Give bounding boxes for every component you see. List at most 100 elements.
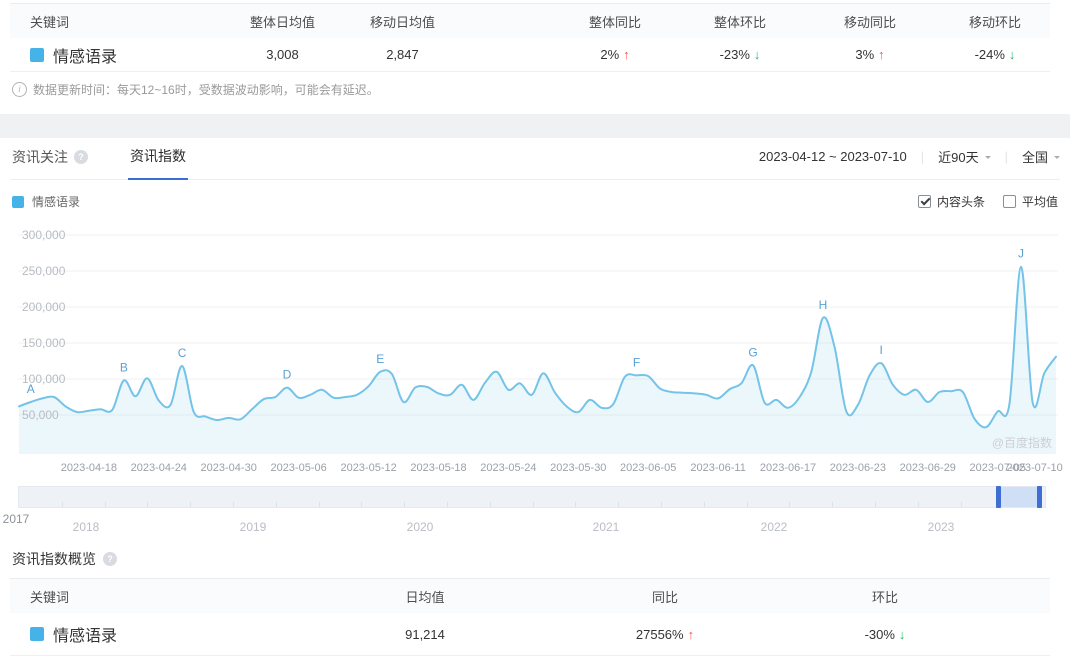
timeline-slider-track[interactable] — [18, 486, 1046, 508]
column-header: 日均值 — [405, 590, 445, 605]
timeline-year-label: 2023 — [927, 520, 955, 534]
slider-tick — [62, 502, 63, 507]
slider-tick — [447, 502, 448, 507]
slider-tick — [704, 502, 705, 507]
timeline-year-label: 2019 — [239, 520, 267, 534]
column-header: 关键词 — [30, 590, 70, 605]
slider-tick — [789, 502, 790, 507]
slider-tick — [875, 502, 876, 507]
slider-tick — [661, 502, 662, 507]
slider-tick — [361, 502, 362, 507]
keyword-label: 情感语录 — [53, 48, 118, 66]
baidu-index-dashboard: 关键词 整体日均值 移动日均值 整体同比 整体环比 移动同比 移动环比 情感语录 3,008… — [0, 0, 1070, 660]
slider-tick — [190, 502, 191, 507]
mobile-mom: -24% ↓ — [974, 47, 1016, 62]
overall-yoy: 2% ↑ — [600, 47, 630, 62]
trend-arrow-icon: ↓ — [753, 47, 761, 62]
region-selector[interactable]: 全国 — [1022, 147, 1060, 166]
slider-tick — [575, 502, 576, 507]
data-update-note: i 数据更新时间：每天12~16时，受数据波动影响，可能会有延迟。 — [12, 81, 379, 98]
trend-arrow-icon: ↑ — [878, 47, 885, 62]
watermark: @百度指数 — [991, 436, 1052, 450]
mobile-yoy: 3% ↑ — [855, 47, 885, 62]
tab-news-attention[interactable]: 资讯关注 ? — [10, 147, 90, 179]
timeline-year-label: 2017 — [2, 512, 30, 526]
overview-yoy: 27556% ↑ — [635, 626, 695, 642]
y-axis-label: 200,000 — [22, 300, 66, 314]
timeline-year-label: 2020 — [406, 520, 434, 534]
slider-tick — [961, 502, 962, 507]
keyword-cell: 情感语录 — [10, 622, 360, 646]
slider-tick — [918, 502, 919, 507]
date-range-selector[interactable]: 2023-04-12 ~ 2023-07-10 — [759, 149, 907, 164]
trend-arrow-icon: ↑ — [687, 626, 695, 642]
summary-table-header: 关键词 整体日均值 移动日均值 整体同比 整体环比 移动同比 移动环比 — [10, 3, 1050, 40]
info-circle-icon: i — [12, 82, 27, 97]
trend-arrow-icon: ↓ — [898, 626, 906, 642]
summary-section: 关键词 整体日均值 移动日均值 整体同比 整体环比 移动同比 移动环比 情感语录 3,008… — [0, 0, 1070, 114]
column-header: 移动日均值 — [369, 15, 435, 30]
control-divider: | — [1004, 149, 1008, 164]
checkbox-icon — [1002, 195, 1016, 208]
overall-mom: -23% ↓ — [719, 47, 761, 62]
overview-title: 资讯指数概览 ? — [12, 549, 117, 569]
slider-tick — [147, 502, 148, 507]
chevron-down-icon — [984, 155, 991, 162]
overall-daily-avg: 3,008 — [266, 47, 299, 62]
period-selector[interactable]: 近90天 — [938, 147, 991, 166]
timeline-year-label: 2018 — [72, 520, 100, 534]
y-axis-label: 300,000 — [22, 228, 66, 242]
svg-text:H: H — [819, 298, 828, 312]
slider-selection[interactable] — [1000, 487, 1041, 507]
slider-tick — [490, 502, 491, 507]
y-axis-label: 250,000 — [22, 264, 66, 278]
x-axis-label: 2023-05-30 — [550, 462, 607, 474]
trend-chart-svg: ABCDE FGHIJ — [18, 234, 1058, 454]
y-axis-label: 150,000 — [22, 336, 66, 350]
keyword-cell: 情感语录 — [10, 43, 220, 67]
tabs: 资讯关注 ? 资讯指数 — [10, 138, 188, 180]
overview-table-row: 情感语录 91,214 27556% ↑ -30% ↓ — [10, 613, 1050, 656]
slider-tick — [747, 502, 748, 507]
column-header: 环比 — [871, 590, 898, 605]
checkbox-content-headline[interactable]: 内容头条 — [917, 193, 985, 210]
x-axis-label: 2023-06-11 — [690, 462, 746, 474]
column-header: 关键词 — [30, 15, 70, 30]
summary-table-row: 情感语录 3,008 2,847 2% ↑ -23% ↓ 3% ↑ -24% ↓ — [10, 38, 1050, 72]
column-header: 整体同比 — [588, 15, 641, 30]
x-axis-label: 2023-06-23 — [829, 462, 887, 474]
slider-tick — [233, 502, 234, 507]
tab-bar: 资讯关注 ? 资讯指数 2023-04-12 ~ 2023-07-10 | 近9… — [10, 138, 1060, 180]
help-icon[interactable]: ? — [74, 150, 88, 164]
column-header: 整体日均值 — [249, 15, 315, 30]
x-axis-label: 2023-04-18 — [60, 462, 118, 474]
keyword-color-swatch — [30, 627, 44, 641]
slider-handle-right[interactable] — [1037, 486, 1042, 508]
slider-tick — [404, 502, 405, 507]
overview-section: 资讯指数概览 ? 关键词 日均值 同比 环比 情感语录 91,214 27556% ↑ … — [0, 540, 1070, 660]
x-axis-label: 2023-06-17 — [759, 462, 817, 474]
legend-item[interactable]: 情感语录 — [12, 193, 80, 210]
column-header: 移动环比 — [968, 15, 1021, 30]
svg-text:B: B — [120, 360, 128, 374]
trend-panel: 资讯关注 ? 资讯指数 2023-04-12 ~ 2023-07-10 | 近9… — [0, 138, 1070, 540]
x-axis-label: 2023-05-24 — [480, 462, 537, 474]
checkbox-average[interactable]: 平均值 — [1002, 193, 1058, 210]
help-icon[interactable]: ? — [103, 552, 117, 566]
x-axis-ticks: 2023-04-18 2023-04-24 2023-04-30 2023-05-06… — [18, 462, 1063, 476]
trend-chart[interactable]: ABCDEFGHIJ 300,000 250,000 200,000 150,000 1… — [18, 228, 1058, 460]
slider-handle-left[interactable] — [996, 486, 1001, 508]
column-header: 移动同比 — [843, 15, 896, 30]
checkbox-icon — [917, 195, 931, 208]
overview-mom: -30% ↓ — [864, 626, 906, 642]
svg-text:E: E — [376, 352, 384, 366]
tab-news-index[interactable]: 资讯指数 — [128, 146, 188, 180]
column-header: 同比 — [651, 590, 678, 605]
slider-tick — [618, 502, 619, 507]
trend-arrow-icon: ↓ — [1008, 47, 1016, 62]
timeline-year-label: 2021 — [592, 520, 620, 534]
x-axis-label: 2023-05-12 — [340, 462, 397, 474]
svg-text:D: D — [283, 368, 292, 382]
x-axis-label: 2023-05-06 — [270, 462, 327, 474]
keyword-color-swatch — [30, 47, 44, 62]
